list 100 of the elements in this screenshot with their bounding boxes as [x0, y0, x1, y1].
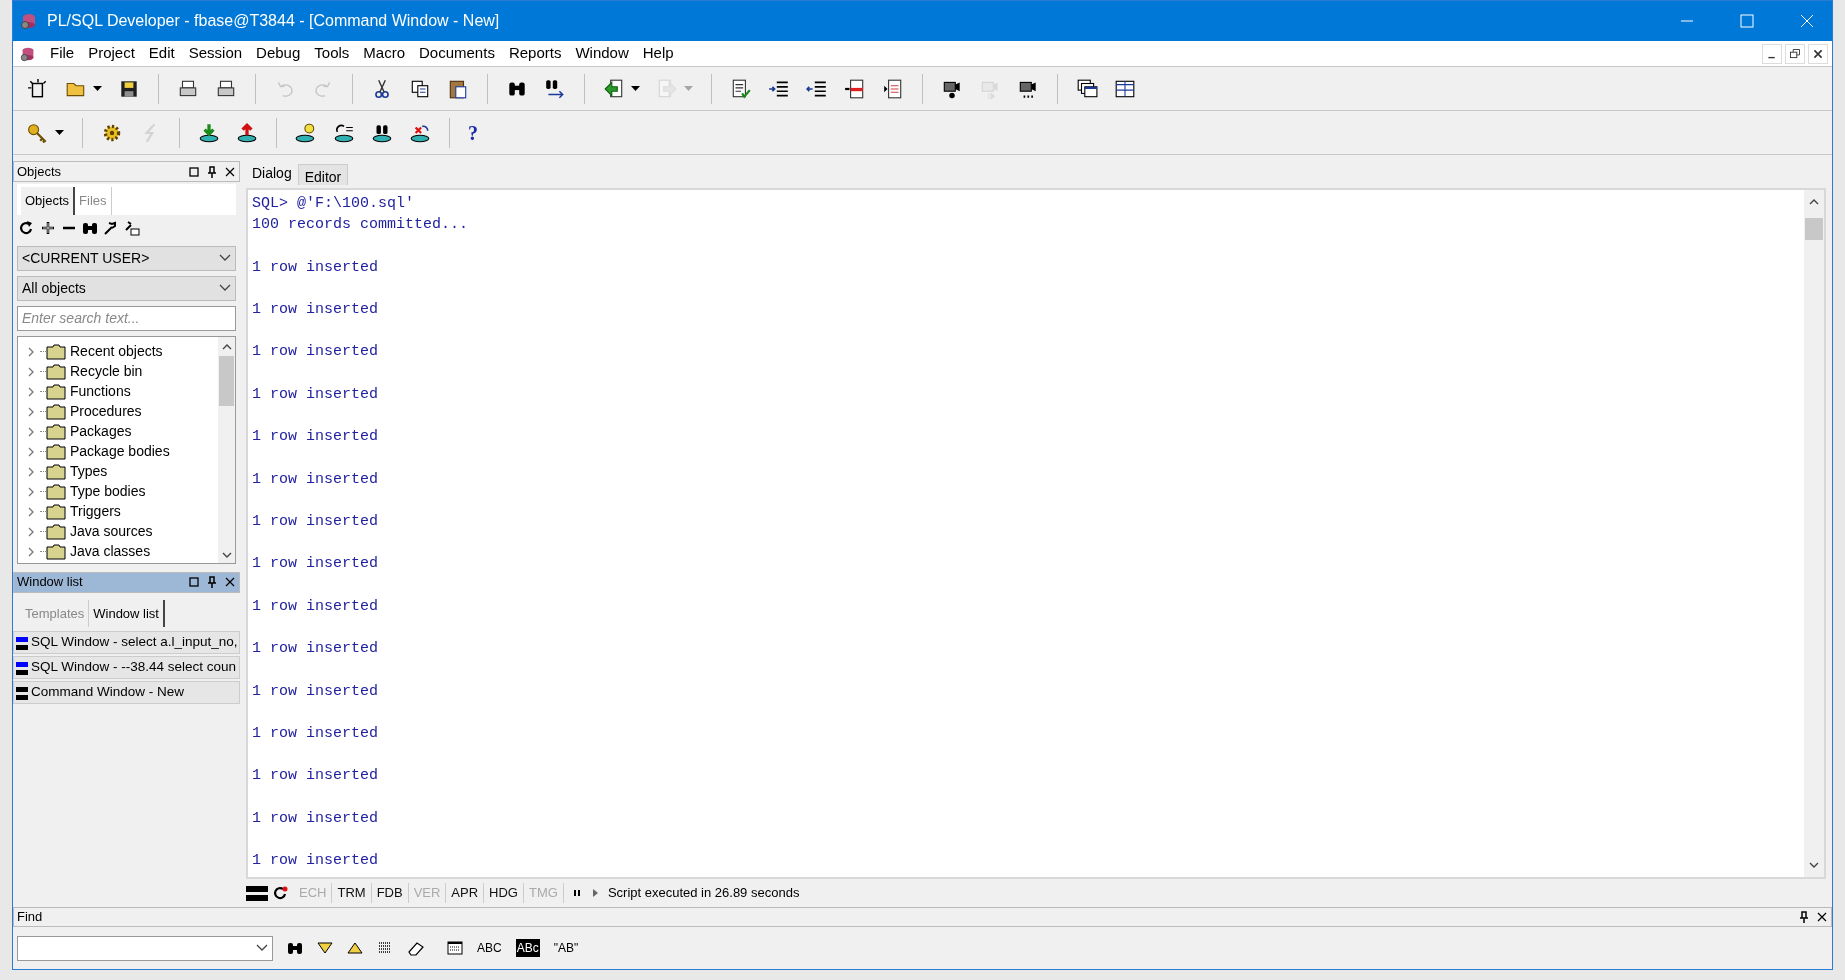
- pin-icon[interactable]: [206, 576, 218, 588]
- dropdown-value: All objects: [22, 278, 87, 298]
- tree-item[interactable]: Java sources: [70, 521, 153, 542]
- panel-title: Find: [17, 908, 44, 927]
- chevron-right-icon[interactable]: [26, 366, 36, 377]
- key-icon[interactable]: [27, 121, 49, 144]
- chevron-up-icon[interactable]: [1809, 198, 1819, 206]
- tree-item[interactable]: Packages: [70, 421, 132, 442]
- menu-item[interactable]: Debug: [249, 42, 308, 65]
- binoculars-arrow-icon[interactable]: [544, 77, 566, 100]
- scrollbar-thumb[interactable]: [1805, 218, 1823, 240]
- chevron-down-icon[interactable]: [1809, 861, 1819, 869]
- database-up-icon[interactable]: [236, 121, 258, 144]
- binoculars-icon[interactable]: [287, 940, 303, 956]
- dropdown[interactable]: <CURRENT USER>: [17, 245, 236, 271]
- menu-item[interactable]: Session: [181, 42, 250, 65]
- status-flag[interactable]: APR: [446, 883, 485, 903]
- chevron-right-icon[interactable]: [26, 346, 36, 357]
- triangle-down-icon[interactable]: [317, 942, 333, 954]
- chevron-right-icon[interactable]: [26, 446, 36, 457]
- restore-icon[interactable]: [188, 165, 200, 178]
- tab[interactable]: Editor: [297, 164, 349, 185]
- window-list-item[interactable]: SQL Window - select a.l_input_no,: [13, 631, 240, 654]
- scrollbar[interactable]: [1804, 190, 1824, 877]
- menu-item[interactable]: Tools: [307, 42, 357, 65]
- find-combo-box[interactable]: [17, 935, 273, 961]
- chevron-right-icon[interactable]: [26, 386, 36, 397]
- tab[interactable]: Files: [75, 187, 112, 215]
- menu-item[interactable]: Window: [568, 42, 636, 65]
- tree-item[interactable]: Recent objects: [70, 341, 163, 362]
- database-bulb-icon[interactable]: [295, 121, 317, 144]
- search-field[interactable]: Enter search text...: [17, 305, 236, 331]
- status-flag[interactable]: FDB: [371, 883, 409, 903]
- tree-item[interactable]: Functions: [70, 381, 131, 402]
- page-stripe-icon[interactable]: [844, 77, 866, 100]
- chevron-right-icon[interactable]: [26, 486, 36, 497]
- new-file-icon[interactable]: [27, 77, 49, 100]
- find-option[interactable]: "AB": [553, 939, 579, 957]
- close-icon[interactable]: [224, 576, 236, 588]
- menu-item[interactable]: Macro: [356, 42, 412, 65]
- chevron-down-icon: [219, 284, 231, 292]
- menu-item[interactable]: Help: [635, 42, 681, 65]
- tree-item[interactable]: Package bodies: [70, 441, 170, 462]
- folder-icon: [46, 383, 66, 400]
- menu-item[interactable]: File: [43, 42, 82, 65]
- close-icon[interactable]: [224, 165, 236, 178]
- scrollbar-thumb[interactable]: [219, 355, 234, 406]
- page-left-arrow-icon[interactable]: [882, 77, 904, 100]
- chevron-right-icon[interactable]: [26, 406, 36, 417]
- help-button[interactable]: ?: [460, 117, 486, 148]
- page-arrow-icon[interactable]: [603, 77, 625, 100]
- status-flag[interactable]: TRM: [332, 883, 372, 903]
- database-down-icon[interactable]: [198, 121, 220, 144]
- refresh-icon[interactable]: [19, 219, 35, 236]
- caret-icon[interactable]: [631, 85, 640, 92]
- chevron-down-icon[interactable]: [221, 550, 232, 559]
- chevron-right-icon[interactable]: [26, 526, 36, 537]
- chevron-right-icon[interactable]: [26, 506, 36, 517]
- caret-icon[interactable]: [93, 85, 102, 92]
- output-line: 1 row inserted: [252, 681, 379, 702]
- document-check-icon[interactable]: [730, 77, 752, 100]
- wrench-folder-icon[interactable]: [124, 219, 140, 236]
- tree-item[interactable]: Type bodies: [70, 481, 146, 502]
- eraser-icon[interactable]: [407, 940, 425, 956]
- find-option[interactable]: ABC: [477, 939, 502, 957]
- highlight-lines-icon[interactable]: [377, 940, 393, 956]
- window-icon: [16, 635, 28, 650]
- restore-icon[interactable]: [188, 576, 200, 588]
- triangle-up-icon[interactable]: [347, 942, 363, 954]
- tree-item[interactable]: Java classes: [70, 541, 151, 562]
- refresh-icon[interactable]: [273, 885, 289, 901]
- window-list-item[interactable]: Command Window - New: [13, 681, 240, 704]
- tab[interactable]: Objects: [21, 187, 76, 215]
- wrench-icon[interactable]: [103, 219, 119, 236]
- chevron-right-icon[interactable]: [26, 466, 36, 477]
- close-icon[interactable]: [1816, 911, 1828, 923]
- tree-item[interactable]: Triggers: [70, 501, 121, 522]
- scrollbar[interactable]: [218, 336, 235, 563]
- menu-item[interactable]: Documents: [412, 42, 502, 65]
- pause-icon[interactable]: [571, 888, 582, 898]
- chevron-right-icon[interactable]: [26, 546, 36, 557]
- menu-item[interactable]: Project: [81, 42, 142, 65]
- menu-item[interactable]: Reports: [501, 42, 569, 65]
- output-line: 1 row inserted: [252, 300, 379, 320]
- chevron-up-icon[interactable]: [221, 342, 232, 351]
- window-list-item[interactable]: SQL Window - --38.44 select coun: [13, 656, 240, 679]
- plus-icon[interactable]: [40, 219, 56, 236]
- output-line: 1 row inserted: [252, 469, 379, 490]
- tree-item[interactable]: Types: [70, 461, 108, 482]
- windows-icon[interactable]: [1076, 77, 1098, 100]
- dropdown[interactable]: All objects: [17, 275, 236, 301]
- chevron-right-icon[interactable]: [26, 426, 36, 437]
- menu-item[interactable]: Edit: [141, 42, 182, 65]
- tree-item[interactable]: Procedures: [70, 401, 142, 422]
- status-flag[interactable]: HDG: [484, 883, 524, 903]
- pin-icon[interactable]: [1798, 911, 1810, 923]
- window-text-icon[interactable]: [447, 940, 463, 956]
- tree-item[interactable]: Recycle bin: [70, 361, 143, 382]
- caret-icon[interactable]: [55, 129, 64, 136]
- pin-icon[interactable]: [206, 165, 218, 178]
